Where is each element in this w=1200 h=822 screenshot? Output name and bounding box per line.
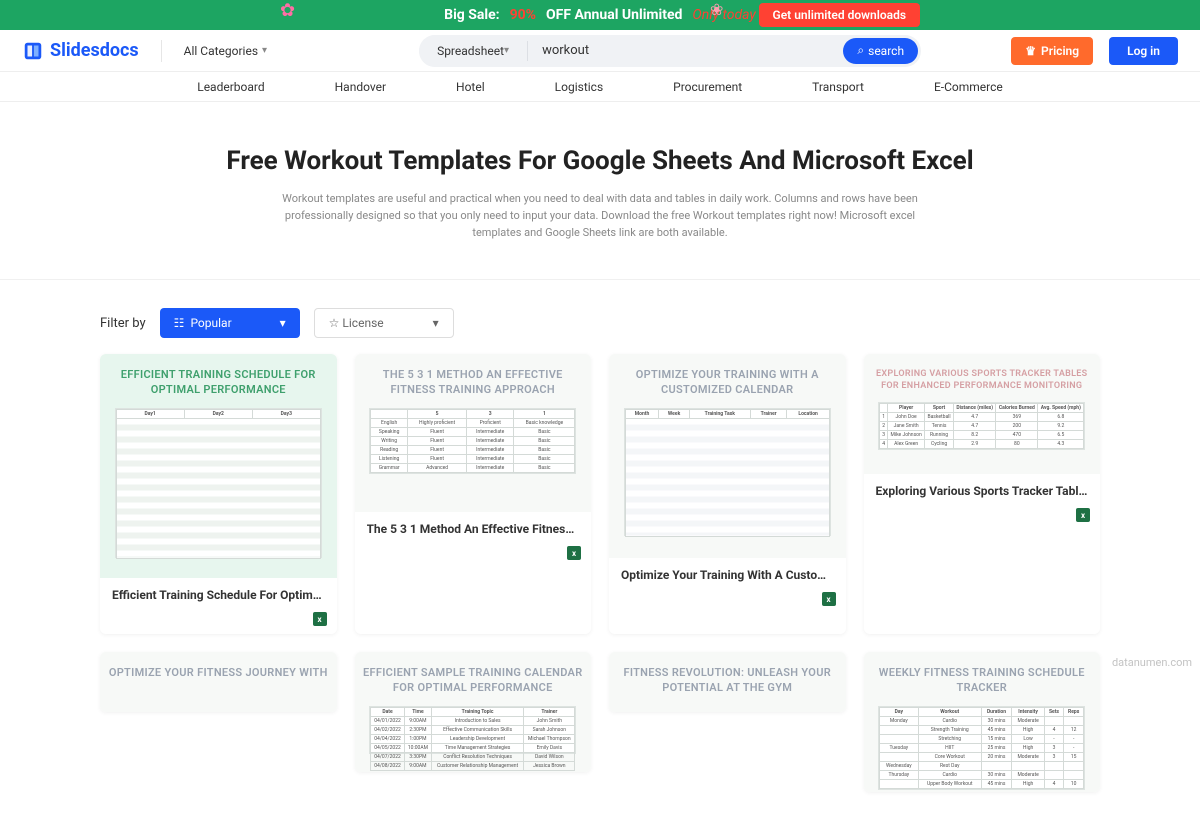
thumb-table: Day1Day2Day3 <box>115 408 322 558</box>
get-unlimited-button[interactable]: Get unlimited downloads <box>759 3 920 27</box>
logo-text: Slidesdocs <box>50 40 139 61</box>
template-title: Exploring Various Sports Tracker Table..… <box>876 484 1089 498</box>
template-card[interactable]: EFFICIENT SAMPLE TRAINING CALENDAR FOR O… <box>355 652 592 772</box>
filter-license-label: License <box>342 316 383 330</box>
tab-procurement[interactable]: Procurement <box>673 80 742 94</box>
template-card[interactable]: OPTIMIZE YOUR TRAINING WITH A CUSTOMIZED… <box>609 354 846 634</box>
thumb-table: DayWorkoutDurationIntensitySetsReps Mond… <box>878 706 1085 790</box>
license-icon: ☆ <box>329 316 340 330</box>
filter-popular-label: Popular <box>190 316 231 330</box>
chevron-down-icon: ▾ <box>433 316 439 330</box>
filter-popular-dropdown[interactable]: ☷ Popular ▾ <box>160 308 300 338</box>
chevron-down-icon: ▾ <box>262 45 267 56</box>
filter-by-label: Filter by <box>100 316 146 331</box>
template-title: Efficient Training Schedule For Optimal.… <box>112 588 325 602</box>
template-thumb: EFFICIENT SAMPLE TRAINING CALENDAR FOR O… <box>355 652 592 772</box>
template-thumb: OPTIMIZE YOUR FITNESS JOURNEY WITH <box>100 652 337 712</box>
thumb-table: 531 EnglishHighly proficientProficientBa… <box>369 408 576 474</box>
all-categories-dropdown[interactable]: All Categories ▾ <box>184 44 267 58</box>
tab-handover[interactable]: Handover <box>335 80 386 94</box>
filter-bar: Filter by ☷ Popular ▾ ☆ License ▾ <box>0 279 1200 354</box>
hero: Free Workout Templates For Google Sheets… <box>0 102 1200 263</box>
tab-hotel[interactable]: Hotel <box>456 80 485 94</box>
thumb-table: DateTimeTraining TopicTrainer 04/01/2022… <box>369 706 576 754</box>
tab-leaderboard[interactable]: Leaderboard <box>197 80 264 94</box>
template-thumb: FITNESS REVOLUTION: UNLEASH YOUR POTENTI… <box>609 652 846 712</box>
tab-ecommerce[interactable]: E-Commerce <box>934 80 1003 94</box>
excel-icon: x <box>1076 508 1090 522</box>
template-card[interactable]: WEEKLY FITNESS TRAINING SCHEDULE TRACKER… <box>864 652 1101 792</box>
search-wrap: Spreadsheet ▾ ⌕ search <box>419 35 921 67</box>
thumb-heading: EFFICIENT SAMPLE TRAINING CALENDAR FOR O… <box>363 666 584 696</box>
pricing-button[interactable]: ♛ Pricing <box>1011 37 1093 65</box>
template-card[interactable]: OPTIMIZE YOUR FITNESS JOURNEY WITH <box>100 652 337 712</box>
thumb-heading: THE 5 3 1 METHOD AN EFFECTIVE FITNESS TR… <box>363 368 584 398</box>
template-card[interactable]: FITNESS REVOLUTION: UNLEASH YOUR POTENTI… <box>609 652 846 712</box>
logo[interactable]: Slidesdocs <box>22 40 139 62</box>
chevron-down-icon: ▾ <box>504 45 509 56</box>
login-button[interactable]: Log in <box>1109 37 1178 65</box>
excel-icon: x <box>313 612 327 626</box>
thumb-heading: OPTIMIZE YOUR FITNESS JOURNEY WITH <box>109 666 328 681</box>
template-card[interactable]: EXPLORING VARIOUS SPORTS TRACKER TABLES … <box>864 354 1101 634</box>
pricing-label: Pricing <box>1041 44 1079 58</box>
sort-icon: ☷ <box>174 316 185 330</box>
top-bar: Slidesdocs All Categories ▾ Spreadsheet … <box>0 30 1200 72</box>
template-thumb: THE 5 3 1 METHOD AN EFFECTIVE FITNESS TR… <box>355 354 592 512</box>
all-categories-label: All Categories <box>184 44 258 58</box>
thumb-heading: EXPLORING VARIOUS SPORTS TRACKER TABLES … <box>872 368 1093 392</box>
template-thumb: EXPLORING VARIOUS SPORTS TRACKER TABLES … <box>864 354 1101 474</box>
promo-bar: ✿ Big Sale: 90% OFF Annual Unlimited Onl… <box>0 0 1200 30</box>
search-type-label: Spreadsheet <box>437 44 504 58</box>
crown-icon: ♛ <box>1025 44 1036 58</box>
template-thumb: OPTIMIZE YOUR TRAINING WITH A CUSTOMIZED… <box>609 354 846 558</box>
thumb-heading: FITNESS REVOLUTION: UNLEASH YOUR POTENTI… <box>617 666 838 696</box>
logo-icon <box>22 40 44 62</box>
category-tabs: Leaderboard Handover Hotel Logistics Pro… <box>0 72 1200 102</box>
template-title: Optimize Your Training With A Customi... <box>621 568 834 582</box>
divider <box>161 40 162 62</box>
template-card[interactable]: THE 5 3 1 METHOD AN EFFECTIVE FITNESS TR… <box>355 354 592 634</box>
excel-icon: x <box>822 592 836 606</box>
search-label: search <box>868 44 904 58</box>
tab-transport[interactable]: Transport <box>812 80 864 94</box>
template-grid: EFFICIENT TRAINING SCHEDULE FOR OPTIMAL … <box>0 354 1200 822</box>
search-type-dropdown[interactable]: Spreadsheet ▾ <box>419 35 527 67</box>
excel-icon: x <box>567 546 581 560</box>
promo-off-text: OFF Annual Unlimited <box>546 7 682 23</box>
page-description: Workout templates are useful and practic… <box>280 190 920 241</box>
tab-logistics[interactable]: Logistics <box>555 80 603 94</box>
thumb-heading: OPTIMIZE YOUR TRAINING WITH A CUSTOMIZED… <box>617 368 838 398</box>
page-title: Free Workout Templates For Google Sheets… <box>100 146 1100 176</box>
flower-left-icon: ✿ <box>280 0 295 21</box>
template-thumb: EFFICIENT TRAINING SCHEDULE FOR OPTIMAL … <box>100 354 337 578</box>
chevron-down-icon: ▾ <box>280 316 286 330</box>
thumb-table: MonthWeekTraining TaskTrainerLocation <box>624 408 831 536</box>
flower-right-icon: ❀ <box>710 0 723 19</box>
search-button[interactable]: ⌕ search <box>843 38 918 64</box>
thumb-table: PlayerSportDistance (miles)Calories Burn… <box>878 402 1085 450</box>
template-thumb: WEEKLY FITNESS TRAINING SCHEDULE TRACKER… <box>864 652 1101 792</box>
search-input[interactable] <box>528 43 843 58</box>
thumb-heading: WEEKLY FITNESS TRAINING SCHEDULE TRACKER <box>872 666 1093 696</box>
promo-big-sale: Big Sale: <box>444 7 499 23</box>
promo-only-today: Only today <box>692 7 755 23</box>
template-card[interactable]: EFFICIENT TRAINING SCHEDULE FOR OPTIMAL … <box>100 354 337 634</box>
promo-percent: 90% <box>510 7 536 23</box>
thumb-heading: EFFICIENT TRAINING SCHEDULE FOR OPTIMAL … <box>108 368 329 398</box>
template-title: The 5 3 1 Method An Effective Fitness T.… <box>367 522 580 536</box>
filter-license-dropdown[interactable]: ☆ License ▾ <box>314 308 454 338</box>
watermark: datanumen.com <box>1112 656 1192 669</box>
search-icon: ⌕ <box>857 43 864 58</box>
